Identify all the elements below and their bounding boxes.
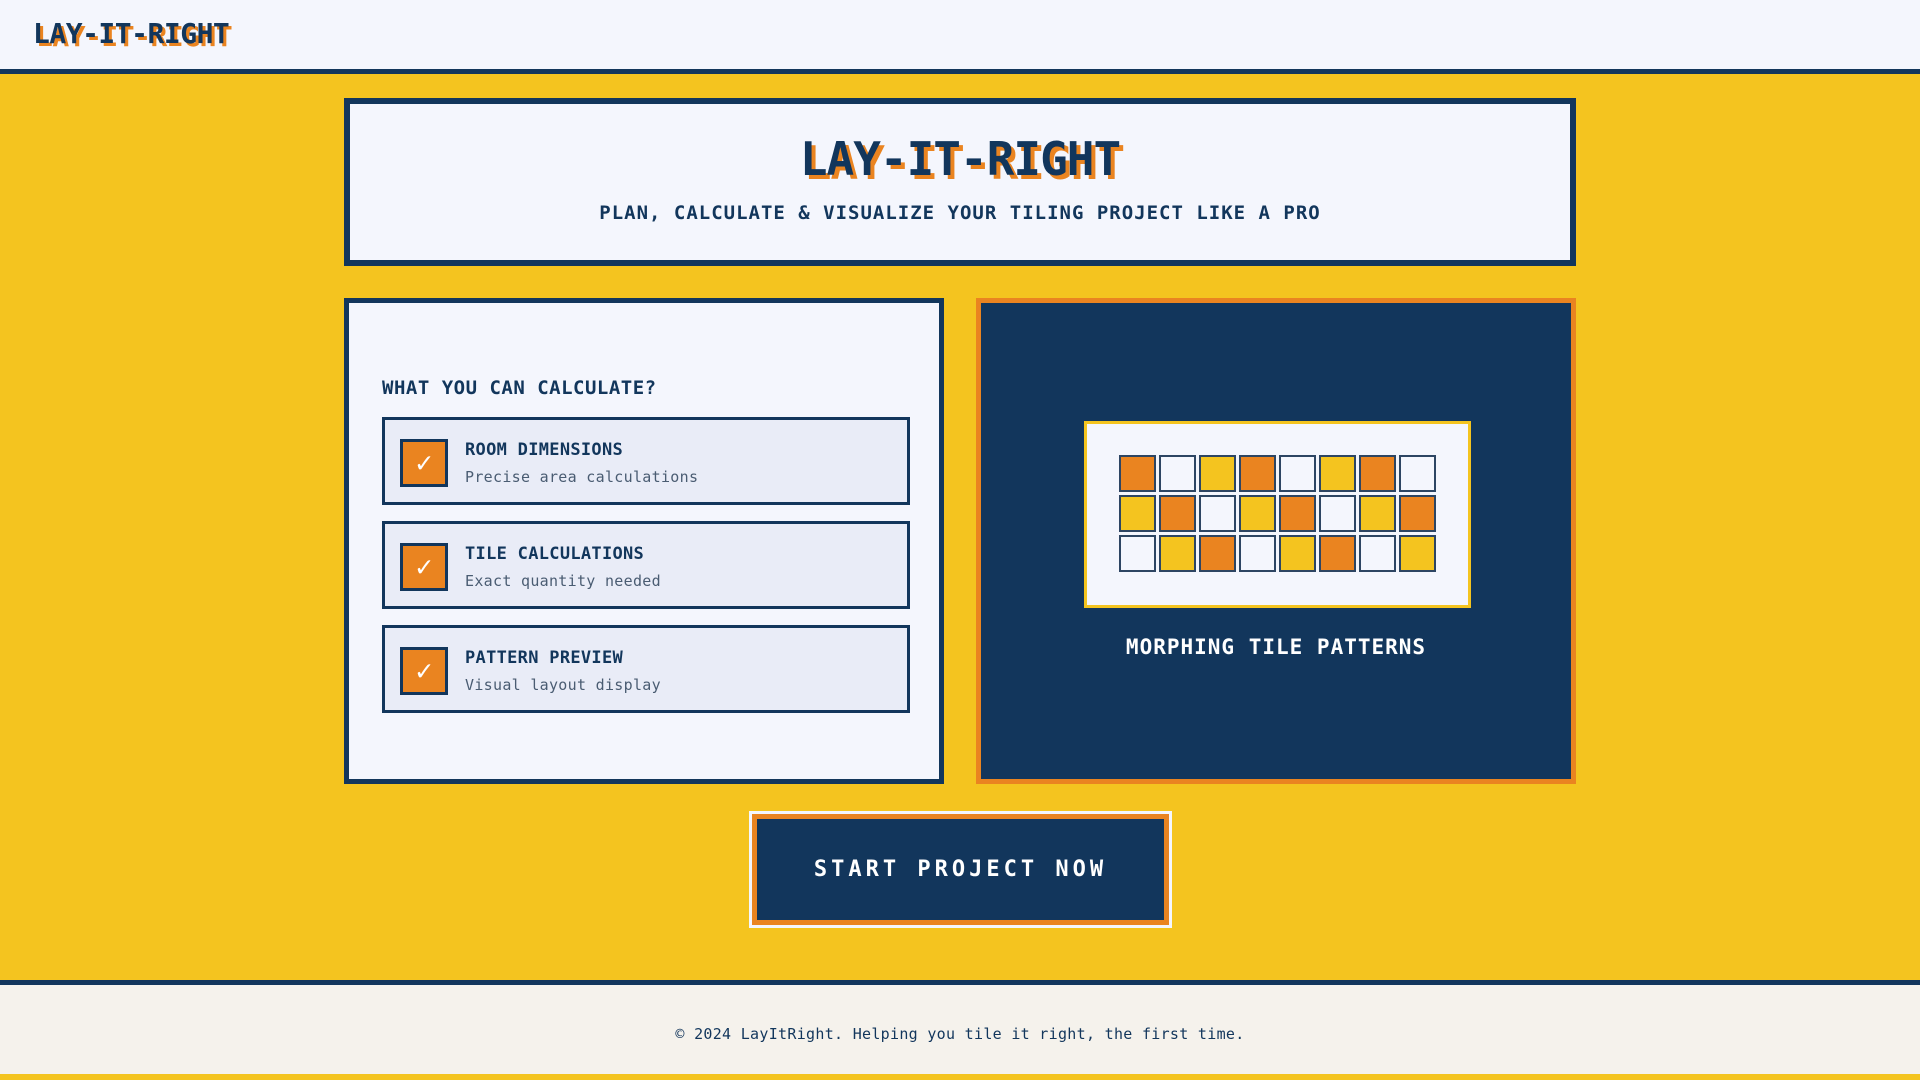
tile [1199, 535, 1236, 572]
hero-banner: LAY-IT-RIGHT PLAN, CALCULATE & VISUALIZE… [344, 98, 1576, 266]
tile [1319, 535, 1356, 572]
feature-description: Visual layout display [465, 676, 661, 694]
tile [1279, 535, 1316, 572]
tile [1159, 455, 1196, 492]
check-icon: ✓ [400, 439, 448, 487]
feature-item-pattern-preview: ✓ PATTERN PREVIEW Visual layout display [382, 625, 910, 713]
features-card: WHAT YOU CAN CALCULATE? ✓ ROOM DIMENSION… [344, 298, 944, 784]
tile [1279, 455, 1316, 492]
tile-grid [1119, 455, 1436, 572]
tile [1159, 495, 1196, 532]
tile [1119, 495, 1156, 532]
tile [1359, 535, 1396, 572]
feature-title: ROOM DIMENSIONS [465, 440, 624, 460]
tile [1119, 535, 1156, 572]
hero-title: LAY-IT-RIGHT [799, 132, 1121, 186]
footer-copyright: © 2024 LayItRight. Helping you tile it r… [675, 1025, 1245, 1043]
feature-title: TILE CALCULATIONS [465, 544, 645, 564]
tile [1119, 455, 1156, 492]
tile [1399, 495, 1436, 532]
logo[interactable]: LAY-IT-RIGHT [33, 17, 230, 50]
pattern-label: MORPHING TILE PATTERNS [1125, 635, 1427, 659]
pattern-preview-card: MORPHING TILE PATTERNS [976, 298, 1576, 784]
start-project-button[interactable]: START PROJECT NOW [749, 811, 1172, 928]
tile [1399, 455, 1436, 492]
tile [1239, 455, 1276, 492]
tile [1239, 535, 1276, 572]
feature-title: PATTERN PREVIEW [465, 648, 624, 668]
tile [1319, 495, 1356, 532]
top-bar: LAY-IT-RIGHT [0, 0, 1920, 74]
tile [1199, 455, 1236, 492]
feature-description: Precise area calculations [465, 468, 699, 486]
feature-item-tile-calculations: ✓ TILE CALCULATIONS Exact quantity neede… [382, 521, 910, 609]
tile-pattern-panel [1084, 421, 1471, 608]
features-heading: WHAT YOU CAN CALCULATE? [382, 377, 657, 399]
feature-item-room-dimensions: ✓ ROOM DIMENSIONS Precise area calculati… [382, 417, 910, 505]
feature-description: Exact quantity needed [465, 572, 661, 590]
footer: © 2024 LayItRight. Helping you tile it r… [0, 980, 1920, 1080]
check-icon: ✓ [400, 647, 448, 695]
tile [1319, 455, 1356, 492]
tile [1159, 535, 1196, 572]
check-icon: ✓ [400, 543, 448, 591]
tile [1359, 455, 1396, 492]
tile [1359, 495, 1396, 532]
tile [1199, 495, 1236, 532]
tile [1399, 535, 1436, 572]
tile [1239, 495, 1276, 532]
hero-subtitle: PLAN, CALCULATE & VISUALIZE YOUR TILING … [599, 201, 1321, 224]
tile [1279, 495, 1316, 532]
